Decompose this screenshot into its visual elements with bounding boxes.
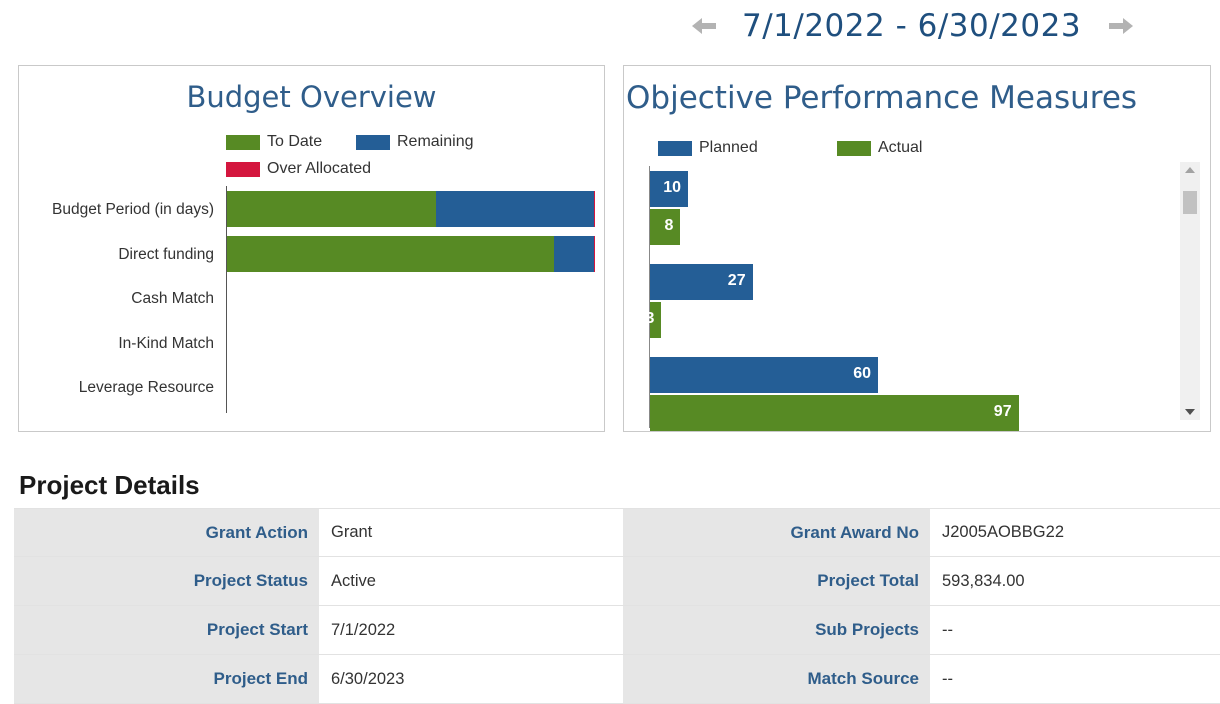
objective-scrollbar[interactable] bbox=[1180, 162, 1200, 420]
legend-swatch bbox=[226, 161, 260, 177]
budget-bar-over-allocated-edge bbox=[594, 235, 595, 272]
objective-bar-actual[interactable]: 97 bbox=[650, 395, 1019, 431]
objective-bar-planned[interactable]: 10 bbox=[650, 171, 688, 207]
budget-category-label: In-Kind Match bbox=[118, 334, 214, 352]
legend-swatch bbox=[356, 134, 390, 150]
objective-bar-planned[interactable]: 60 bbox=[650, 357, 878, 393]
sub-projects-label: Sub Projects bbox=[623, 606, 930, 654]
project-status-label: Project Status bbox=[14, 557, 319, 605]
table-row: Grant Action Grant Grant Award No J2005A… bbox=[14, 508, 1220, 557]
grant-action-value: Grant bbox=[319, 509, 623, 556]
legend-label: Remaining bbox=[397, 133, 474, 150]
objective-measures-panel: Objective Performance Measures Planned A… bbox=[623, 65, 1211, 432]
legend-item-planned[interactable]: Planned bbox=[658, 139, 758, 157]
legend-label: Over Allocated bbox=[267, 160, 372, 177]
budget-category-label: Direct funding bbox=[118, 245, 214, 263]
objective-bar-planned[interactable]: 27 bbox=[650, 264, 753, 300]
project-total-value: 593,834.00 bbox=[930, 557, 1220, 605]
objective-bar-value-label: 10 bbox=[663, 179, 681, 196]
legend-label: Actual bbox=[878, 139, 923, 156]
objective-bar-value-label: 97 bbox=[993, 403, 1012, 420]
triangle-up-icon[interactable] bbox=[1180, 162, 1200, 178]
objective-bar-value-label: 3 bbox=[645, 310, 655, 327]
legend-label: Planned bbox=[699, 139, 758, 156]
budget-bar-to-date[interactable] bbox=[227, 191, 437, 227]
legend-swatch bbox=[226, 134, 260, 150]
budget-category-label: Cash Match bbox=[131, 290, 214, 307]
project-total-label: Project Total bbox=[623, 557, 930, 605]
project-start-value: 7/1/2022 bbox=[319, 606, 623, 654]
grant-award-no-value: J2005AOBBG22 bbox=[930, 509, 1220, 556]
arrow-right-icon[interactable] bbox=[1107, 12, 1135, 40]
objective-bar-actual[interactable]: 3 bbox=[645, 302, 662, 338]
period-label: 7/1/2022 - 6/30/2023 bbox=[742, 8, 1082, 44]
legend-item-actual[interactable]: Actual bbox=[837, 139, 922, 157]
match-source-value: -- bbox=[930, 655, 1220, 703]
project-status-value: Active bbox=[319, 557, 623, 605]
objective-measures-title: Objective Performance Measures bbox=[626, 80, 1138, 116]
legend-swatch bbox=[658, 140, 692, 156]
table-row: Project Status Active Project Total 593,… bbox=[14, 557, 1220, 606]
legend-item-over-allocated[interactable]: Over Allocated bbox=[226, 160, 371, 178]
project-end-value: 6/30/2023 bbox=[319, 655, 623, 703]
budget-bar-remaining[interactable] bbox=[436, 191, 594, 227]
project-end-label: Project End bbox=[14, 655, 319, 703]
budget-overview-panel: Budget Overview To Date Remaining Over A… bbox=[18, 65, 605, 432]
legend-item-remaining[interactable]: Remaining bbox=[356, 133, 473, 151]
budget-overview-title: Budget Overview bbox=[186, 80, 437, 114]
objective-bar-actual[interactable]: 8 bbox=[650, 209, 681, 245]
arrow-left-icon[interactable] bbox=[690, 12, 718, 40]
match-source-label: Match Source bbox=[623, 655, 930, 703]
scrollbar-thumb[interactable] bbox=[1183, 191, 1197, 214]
sub-projects-value: -- bbox=[930, 606, 1220, 654]
project-details-heading: Project Details bbox=[19, 470, 200, 500]
table-row: Project Start 7/1/2022 Sub Projects -- bbox=[14, 606, 1220, 655]
budget-bar-to-date[interactable] bbox=[227, 235, 554, 272]
project-start-label: Project Start bbox=[14, 606, 319, 654]
budget-category-label: Budget Period (in days) bbox=[52, 201, 214, 218]
budget-bar-remaining[interactable] bbox=[553, 235, 594, 272]
objective-bar-value-label: 60 bbox=[853, 365, 871, 382]
grant-action-label: Grant Action bbox=[14, 509, 319, 556]
objective-bar-value-label: 8 bbox=[664, 217, 674, 234]
budget-bar-over-allocated-edge bbox=[594, 191, 595, 227]
period-navigator: 7/1/2022 - 6/30/2023 bbox=[690, 6, 1135, 46]
budget-category-label: Leverage Resource bbox=[78, 379, 214, 396]
legend-item-to-date[interactable]: To Date bbox=[226, 133, 322, 151]
triangle-down-icon[interactable] bbox=[1180, 404, 1200, 420]
table-row: Project End 6/30/2023 Match Source -- bbox=[14, 655, 1220, 704]
legend-label: To Date bbox=[267, 133, 323, 150]
project-details-table: Grant Action Grant Grant Award No J2005A… bbox=[14, 508, 1220, 704]
legend-swatch bbox=[837, 140, 871, 156]
objective-bar-value-label: 27 bbox=[727, 272, 746, 289]
grant-award-no-label: Grant Award No bbox=[623, 509, 930, 556]
